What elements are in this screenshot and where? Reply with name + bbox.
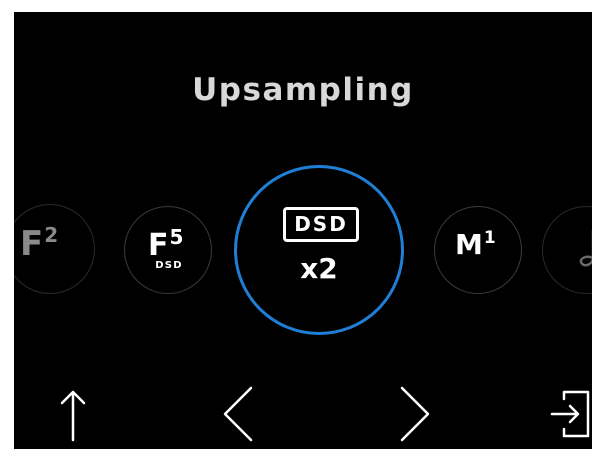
mode-f2-number: 2: [44, 223, 59, 247]
up-arrow-icon: [60, 390, 86, 442]
mode-f2-letter: F: [20, 224, 44, 264]
mode-m1-label: M1: [455, 228, 496, 261]
enter-button[interactable]: [540, 384, 592, 444]
device-screen: Upsampling F2 F5 DSD DSD x2 M1: [14, 12, 592, 449]
mode-music-option[interactable]: [542, 206, 592, 294]
enter-icon: [550, 390, 590, 438]
mode-m1-letter: M: [455, 228, 483, 261]
chevron-right-icon: [400, 386, 430, 442]
mode-f2-label: F2: [20, 223, 58, 264]
mode-f5-sublabel: DSD: [155, 260, 183, 271]
mode-f5-label: F5: [148, 225, 183, 263]
mode-m1-option[interactable]: M1: [434, 206, 522, 294]
mode-f5-number: 5: [169, 225, 184, 249]
mode-m1-number: 1: [483, 228, 496, 248]
up-button[interactable]: [43, 384, 103, 444]
mode-f5-option[interactable]: F5 DSD: [124, 206, 212, 294]
chevron-left-icon: [223, 386, 253, 442]
previous-button[interactable]: [211, 384, 271, 444]
dsd-badge: DSD: [283, 207, 359, 242]
mode-f2-option[interactable]: F2: [14, 204, 95, 294]
mode-dsd-option-selected[interactable]: DSD x2: [234, 165, 404, 335]
page-title: Upsampling: [192, 72, 414, 108]
next-button[interactable]: [382, 384, 442, 444]
music-note-icon: [579, 230, 592, 267]
dsd-multiplier: x2: [300, 252, 338, 285]
mode-f5-letter: F: [148, 228, 169, 263]
